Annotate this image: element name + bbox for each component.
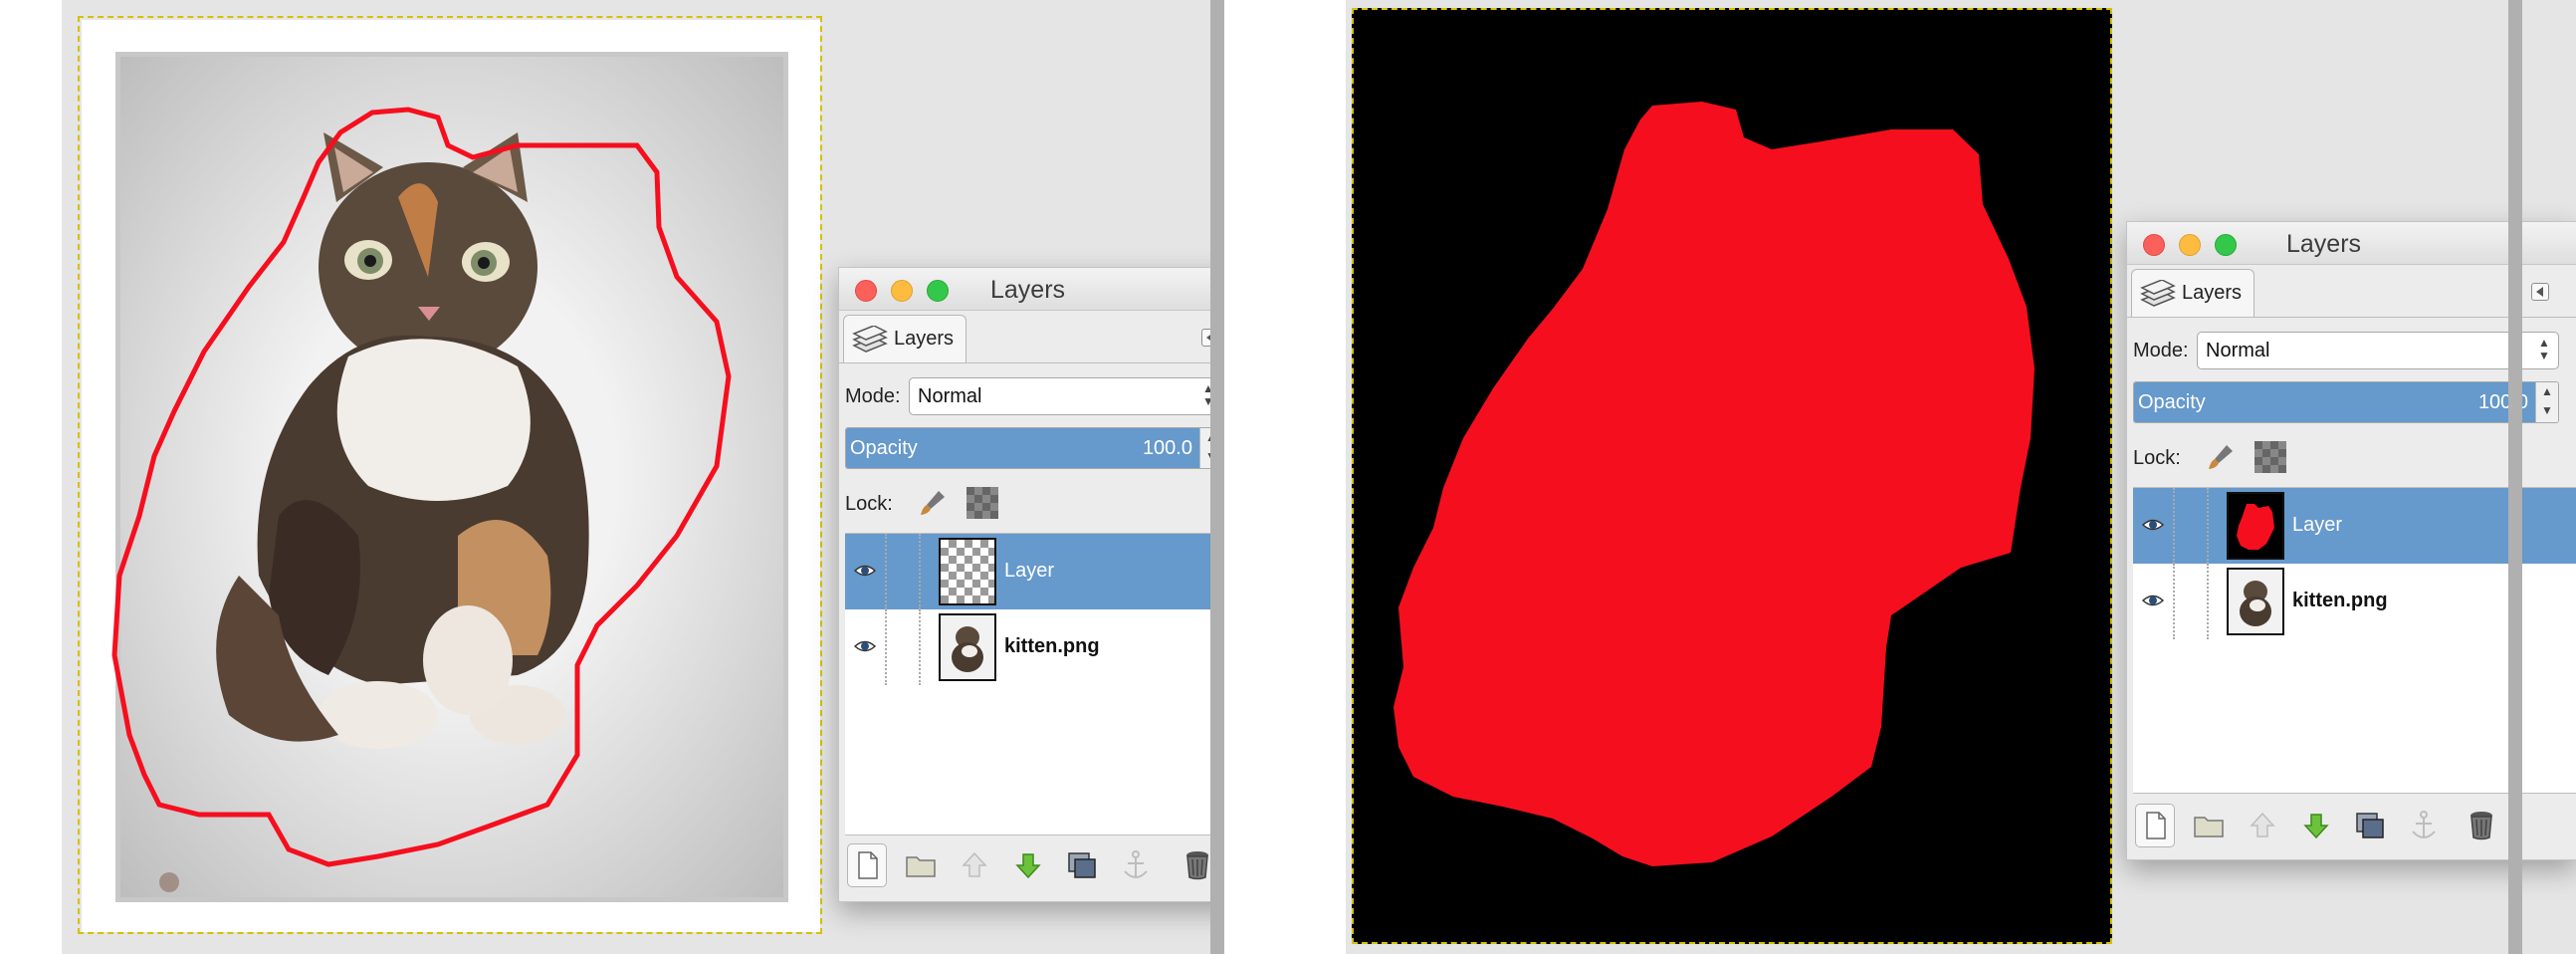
tab-layers-label: Layers xyxy=(894,328,955,350)
left-canvas-area: Layers Layers Mode: Normal ▲ ▼ Opacity 10… xyxy=(62,0,1224,954)
lock-pixels-brush-icon[interactable] xyxy=(917,487,949,519)
mode-updown-icon: ▲ ▼ xyxy=(2538,336,2550,362)
zoom-window-button[interactable] xyxy=(927,280,949,302)
indent-guide xyxy=(919,534,921,609)
layer-thumbnail-kitten xyxy=(2227,568,2284,635)
chain-column xyxy=(2173,564,2175,639)
eye-icon[interactable] xyxy=(854,637,876,655)
mode-select-value: Normal xyxy=(2206,340,2270,361)
indent-guide xyxy=(2207,488,2209,564)
mode-label: Mode: xyxy=(845,385,901,407)
duplicate-layer-icon[interactable] xyxy=(1062,843,1102,887)
duplicate-layer-icon[interactable] xyxy=(2350,804,2390,847)
close-window-button[interactable] xyxy=(855,280,877,302)
kitten-image xyxy=(111,107,732,892)
layers-window: Layers Layers Mode: Normal ▲ ▼ Opacity 10… xyxy=(838,267,1224,902)
layer-group-icon[interactable] xyxy=(2189,804,2229,847)
layer-name: Layer xyxy=(2292,514,2343,536)
red-selection-fill xyxy=(1394,102,2035,866)
lock-alpha-checker-icon[interactable] xyxy=(966,487,998,519)
tab-menu-button[interactable] xyxy=(2531,283,2549,301)
opacity-slider[interactable]: Opacity 100.0 ▲▼ xyxy=(2133,381,2559,423)
tab-layers-label: Layers xyxy=(2182,282,2243,304)
mode-label: Mode: xyxy=(2133,340,2189,361)
new-layer-icon xyxy=(2146,812,2166,839)
raise-layer-icon[interactable] xyxy=(955,843,994,887)
layer-thumbnail-transparent xyxy=(939,538,996,605)
anchor-layer-icon[interactable] xyxy=(2404,804,2444,847)
lock-alpha-checker-icon[interactable] xyxy=(2254,441,2286,473)
mode-select-value: Normal xyxy=(918,385,982,407)
layers-window-title: Layers xyxy=(990,276,1066,304)
layer-name: kitten.png xyxy=(1004,635,1100,657)
new-layer-icon xyxy=(858,851,878,879)
minimize-window-button[interactable] xyxy=(891,280,913,302)
eye-icon[interactable] xyxy=(2142,516,2164,534)
dock-tabstrip: Layers xyxy=(839,311,1224,363)
layer-button-bar xyxy=(839,837,1224,893)
chain-column xyxy=(885,534,887,609)
layer-list[interactable]: Layer kitten.png xyxy=(845,533,1224,835)
opacity-slider[interactable]: Opacity 100.0 ▲▼ xyxy=(845,427,1223,469)
layer-thumbnail-kitten xyxy=(939,613,996,681)
layer-group-icon[interactable] xyxy=(901,843,941,887)
layer-name: Layer xyxy=(1004,560,1055,582)
opacity-value: 100.0 xyxy=(1142,437,1192,459)
left-vertical-scrollbar[interactable] xyxy=(1210,0,1224,954)
new-layer-button[interactable] xyxy=(2135,804,2175,847)
opacity-label: Opacity xyxy=(2138,391,2206,413)
lower-layer-icon[interactable] xyxy=(1008,843,1048,887)
tab-layers[interactable]: Layers xyxy=(2131,269,2254,317)
layers-window-titlebar[interactable]: Layers xyxy=(839,268,1224,311)
zoom-window-button[interactable] xyxy=(2215,234,2237,256)
tab-layers[interactable]: Layers xyxy=(843,315,966,362)
eye-icon[interactable] xyxy=(854,562,876,580)
mode-select[interactable]: Normal ▲ ▼ xyxy=(2197,332,2559,369)
right-canvas-area: Layers Layers Mode: Normal ▲ ▼ Opacity 10… xyxy=(1346,0,2576,954)
lock-label: Lock: xyxy=(845,493,893,515)
new-layer-button[interactable] xyxy=(847,843,887,887)
close-window-button[interactable] xyxy=(2143,234,2165,256)
layers-stack-icon xyxy=(852,326,888,353)
minimize-window-button[interactable] xyxy=(2179,234,2201,256)
layers-stack-icon xyxy=(2140,280,2176,307)
lock-pixels-brush-icon[interactable] xyxy=(2205,441,2237,473)
lock-label: Lock: xyxy=(2133,447,2181,469)
layer-row-kitten[interactable]: kitten.png xyxy=(845,609,1224,685)
chain-column xyxy=(2173,488,2175,564)
image-canvas-mask[interactable] xyxy=(1352,8,2112,944)
mode-select[interactable]: Normal ▲ ▼ xyxy=(909,377,1223,415)
layer-name: kitten.png xyxy=(2292,590,2388,611)
indent-guide xyxy=(2207,564,2209,639)
layer-thumbnail-red-mask xyxy=(2227,492,2284,560)
layers-window-title: Layers xyxy=(2286,230,2362,258)
delete-layer-icon[interactable] xyxy=(2462,804,2501,847)
lower-layer-icon[interactable] xyxy=(2296,804,2336,847)
opacity-label: Opacity xyxy=(850,437,918,459)
opacity-spin-buttons[interactable]: ▲▼ xyxy=(2535,382,2558,422)
image-canvas-kitten[interactable] xyxy=(78,16,822,934)
layer-row-layer[interactable]: Layer xyxy=(845,534,1224,609)
indent-guide xyxy=(919,609,921,685)
right-vertical-scrollbar[interactable] xyxy=(2508,0,2522,954)
eye-icon[interactable] xyxy=(2142,592,2164,609)
chain-column xyxy=(885,609,887,685)
raise-layer-icon[interactable] xyxy=(2243,804,2282,847)
anchor-layer-icon[interactable] xyxy=(1116,843,1156,887)
